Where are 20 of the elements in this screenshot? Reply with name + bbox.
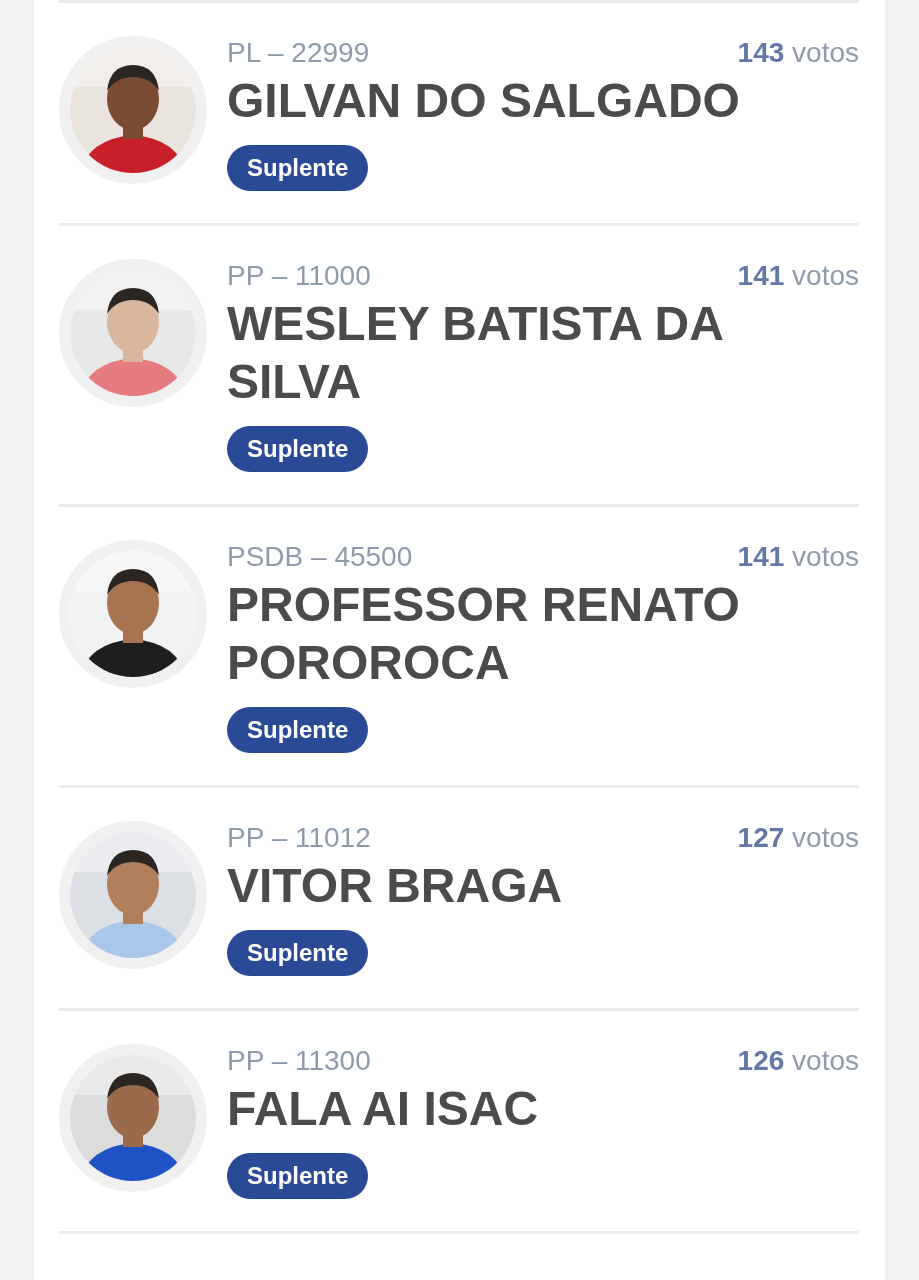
candidate-name: WESLEY BATISTA DA SILVA xyxy=(227,296,724,410)
status-badge: Suplente xyxy=(227,426,369,472)
party-number: PL – 22999 xyxy=(227,36,370,70)
vote-count: 141 votos xyxy=(737,259,859,293)
candidate-name: FALA AI ISAC xyxy=(227,1081,539,1137)
status-badge: Suplente xyxy=(227,1153,369,1199)
candidate-name: PROFESSOR RENATO POROROCA xyxy=(227,577,741,691)
vote-count: 143 votos xyxy=(737,36,859,70)
vote-count: 141 votos xyxy=(737,540,859,574)
party-number: PP – 11300 xyxy=(227,1044,371,1078)
status-badge: Suplente xyxy=(227,707,369,753)
vote-count: 126 votos xyxy=(737,1044,859,1078)
candidate-name: VITOR BRAGA xyxy=(227,858,563,914)
status-badge: Suplente xyxy=(227,930,369,976)
party-number: PSDB – 45500 xyxy=(227,540,413,574)
status-badge: Suplente xyxy=(227,145,369,191)
party-number: PP – 11000 xyxy=(227,259,371,293)
party-number: PP – 11012 xyxy=(227,821,371,855)
vote-count: 127 votos xyxy=(737,821,859,855)
candidate-name: GILVAN DO SALGADO xyxy=(227,73,740,129)
